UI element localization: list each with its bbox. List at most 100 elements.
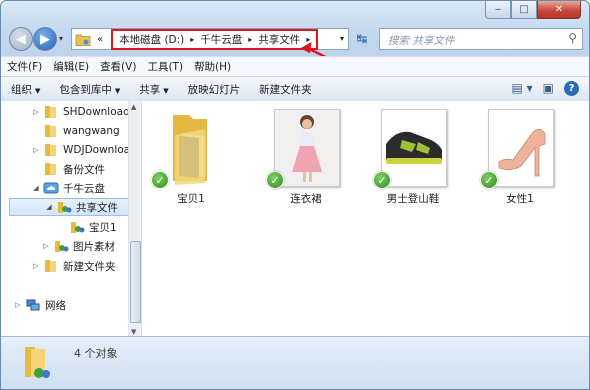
sync-check-icon: ✓ [480,171,498,189]
refresh-button[interactable]: ↹ [351,28,373,50]
search-input[interactable]: 搜索 共享文件 ⚲ [379,28,583,50]
organize-button[interactable]: 组织 ▼ [11,82,40,97]
tree-item-label: 网络 [45,299,66,312]
preview-pane-icon[interactable]: ▣ [543,81,554,96]
chevron-down-icon: ▼ [163,86,169,95]
maximize-button[interactable]: □ [511,1,537,19]
change-view-icon[interactable]: ▤ ▾ [511,81,532,96]
menu-tools[interactable]: 工具(T) [147,59,183,74]
file-list: ✓ 宝贝1 ✓ 连衣裙 ✓ 男士登山鞋 ✓ 女性1 [142,101,589,338]
navigation-scrollbar[interactable]: ▲ ▼ [128,101,141,338]
address-bar[interactable]: « 本地磁盘 (D:) ▸ 千牛云盘 ▸ 共享文件 ▸ ▾ [71,28,349,50]
share-label: 共享 [139,83,161,96]
file-name: 女性1 [506,193,534,205]
tree-item-shdownload[interactable]: ▷ SHDownload [31,103,130,121]
new-folder-label: 新建文件夹 [259,83,312,96]
file-item-dress[interactable]: ✓ 连衣裙 [261,109,351,206]
folder-icon [45,163,56,175]
shared-folder-icon [71,222,85,233]
tree-item-label: 新建文件夹 [63,260,116,273]
collapse-icon[interactable]: ◢ [31,184,41,192]
scroll-up-icon[interactable]: ▲ [131,103,136,111]
close-button[interactable]: ✕ [537,1,581,19]
breadcrumb-separator-icon[interactable]: ▸ [248,35,252,44]
slideshow-button[interactable]: 放映幻灯片 [188,82,241,97]
folder-icon [45,260,56,272]
folder-thumbnail: ✓ [151,109,229,189]
expand-icon[interactable]: ▷ [31,262,41,270]
menu-file[interactable]: 文件(F) [7,59,42,74]
navigation-row: ◀ ▶ ▾ « 本地磁盘 (D:) ▸ 千牛云盘 ▸ 共享文件 ▸ ▾ ↹ 搜索… [1,25,589,55]
sync-check-icon: ✓ [373,171,391,189]
status-bar: 4 个对象 [1,336,589,389]
folder-icon [45,144,56,156]
tree-item-network[interactable]: ▷ 网络 [13,296,66,314]
include-in-library-label: 包含到库中 [59,83,112,96]
tree-item-label: 宝贝1 [89,221,117,234]
forward-arrow-icon: ▶ [40,31,50,47]
folder-icon [45,125,56,137]
help-icon[interactable]: ? [564,81,579,96]
recent-pages-dropdown[interactable]: ▾ [59,34,63,43]
file-name: 男士登山鞋 [386,193,440,205]
expand-icon[interactable]: ▷ [31,146,41,154]
tree-item-image-assets[interactable]: ▷ 图片素材 [41,237,115,255]
tree-item-wdjdownload[interactable]: ▷ WDJDownload [31,141,137,159]
forward-button[interactable]: ▶ [33,27,57,51]
tree-item-new-folder[interactable]: ▷ 新建文件夹 [31,257,116,275]
back-button[interactable]: ◀ [9,27,33,51]
address-overflow-chevron[interactable]: « [97,34,103,45]
sync-check-icon: ✓ [266,171,284,189]
shared-folder-icon [25,347,50,378]
navigation-pane: ▷ SHDownload wangwang ▷ WDJDownload 备份文件… [1,101,142,338]
tree-item-label: 图片素材 [73,240,115,253]
expand-icon[interactable]: ▷ [31,108,41,116]
scrollbar-thumb[interactable] [130,241,141,323]
tree-item-baobei1[interactable]: 宝贝1 [57,218,117,236]
organize-label: 组织 [11,83,32,96]
caption-buttons: ‒ □ ✕ [485,1,581,19]
breadcrumb-separator-icon[interactable]: ▸ [306,35,310,44]
minimize-button[interactable]: ‒ [485,1,511,19]
file-name: 连衣裙 [290,193,322,205]
image-thumbnail: ✓ [266,109,344,189]
include-in-library-button[interactable]: 包含到库中 ▼ [59,82,120,97]
tree-item-label: 备份文件 [63,163,105,176]
breadcrumb-item[interactable]: 千牛云盘 [200,32,242,47]
breadcrumb: 本地磁盘 (D:) ▸ 千牛云盘 ▸ 共享文件 ▸ [111,28,319,50]
menu-help[interactable]: 帮助(H) [194,59,231,74]
slideshow-label: 放映幻灯片 [187,83,241,96]
tree-item-label: 共享文件 [76,201,118,214]
search-icon[interactable]: ⚲ [568,31,577,45]
breadcrumb-item[interactable]: 本地磁盘 (D:) [119,32,184,47]
shared-folder-icon [55,241,69,252]
folder-icon [45,106,56,118]
cloud-drive-icon [43,182,59,194]
tree-item-backup[interactable]: 备份文件 [31,160,105,178]
menu-edit[interactable]: 编辑(E) [53,59,89,74]
scroll-down-icon[interactable]: ▼ [131,328,136,336]
image-thumbnail: ✓ [480,109,558,189]
expand-icon[interactable]: ▷ [13,301,23,309]
address-history-dropdown[interactable]: ▾ [340,34,344,43]
command-bar: 组织 ▼ 包含到库中 ▼ 共享 ▼ 放映幻灯片 新建文件夹 ▤ ▾ ▣ ? [1,76,589,102]
explorer-window: ‒ □ ✕ ◀ ▶ ▾ « 本地磁盘 (D:) ▸ 千牛云盘 ▸ 共享文件 ▸ … [0,0,590,390]
share-button[interactable]: 共享 ▼ [139,82,168,97]
file-item-hiking-shoe[interactable]: ✓ 男士登山鞋 [368,109,458,206]
menu-bar: 文件(F) 编辑(E) 查看(V) 工具(T) 帮助(H) [1,56,589,76]
tree-item-label: 千牛云盘 [63,182,105,195]
network-icon [26,299,40,311]
breadcrumb-item[interactable]: 共享文件 [258,32,300,47]
breadcrumb-separator-icon[interactable]: ▸ [190,35,194,44]
new-folder-button[interactable]: 新建文件夹 [259,82,312,97]
collapse-icon[interactable]: ◢ [44,203,54,211]
tree-item-qianniu-cloud[interactable]: ◢ 千牛云盘 [31,179,105,197]
search-placeholder: 搜索 共享文件 [388,35,455,47]
expand-icon[interactable]: ▷ [41,242,51,250]
tree-item-wangwang[interactable]: wangwang [31,122,120,140]
file-item-female1[interactable]: ✓ 女性1 [475,109,565,206]
menu-view[interactable]: 查看(V) [100,59,136,74]
tree-item-shared-files[interactable]: ◢ 共享文件 [9,198,137,216]
back-arrow-icon: ◀ [16,31,26,47]
file-item-baobei1[interactable]: ✓ 宝贝1 [146,109,236,206]
